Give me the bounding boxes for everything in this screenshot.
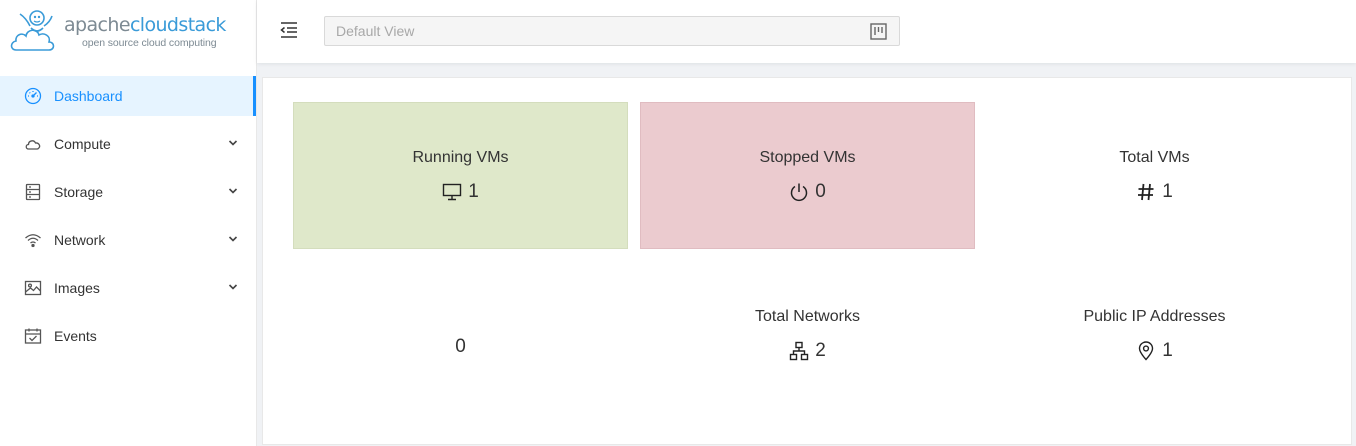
desktop-icon (443, 183, 462, 200)
tile-title: Stopped VMs (759, 148, 856, 166)
sidebar-item-label: Images (54, 280, 100, 296)
view-select[interactable]: Default View (324, 16, 900, 46)
wifi-icon (24, 231, 42, 249)
number-icon (1138, 183, 1154, 200)
sidebar-item-label: Compute (54, 136, 111, 152)
dashboard-icon (24, 87, 42, 105)
running-vms-tile[interactable]: Running VMs 1 (293, 102, 628, 249)
power-icon (790, 183, 808, 201)
sidebar-item-events[interactable]: Events (0, 316, 256, 356)
stopped-vms-tile[interactable]: Stopped VMs 0 (640, 102, 975, 249)
sidebar: apachecloudstack open source cloud compu… (0, 0, 257, 446)
unlabeled-count-tile[interactable]: 0 (293, 261, 628, 408)
tile-title: Total Networks (755, 307, 860, 325)
tile-title: Total VMs (1119, 148, 1190, 166)
top-header: Default View (257, 0, 1356, 63)
database-icon (24, 183, 42, 201)
logo-tagline: open source cloud computing (82, 36, 217, 49)
project-board-icon (870, 23, 887, 40)
tile-title: Running VMs (412, 148, 509, 166)
picture-icon (24, 279, 42, 297)
tile-value: 2 (815, 339, 826, 361)
sidebar-item-images[interactable]: Images (0, 268, 256, 308)
sidebar-item-network[interactable]: Network (0, 220, 256, 260)
sidebar-item-storage[interactable]: Storage (0, 172, 256, 212)
sidebar-item-label: Events (54, 328, 97, 344)
app-logo[interactable]: apachecloudstack open source cloud compu… (0, 0, 256, 64)
schedule-icon (24, 327, 42, 345)
public-ip-addresses-tile[interactable]: Public IP Addresses 1 (987, 261, 1322, 408)
logo-word-cloudstack: cloudstack (129, 13, 227, 36)
tile-value: 0 (455, 335, 466, 357)
chevron-down-icon (228, 140, 238, 146)
logo-word-apache: apache (64, 13, 131, 36)
chevron-down-icon (228, 284, 238, 290)
sidebar-item-compute[interactable]: Compute (0, 124, 256, 164)
total-vms-tile[interactable]: Total VMs 1 (987, 102, 1322, 249)
sidebar-menu: Dashboard Compute Storage Network Images… (0, 76, 256, 356)
tile-value: 1 (468, 180, 479, 202)
sidebar-item-label: Storage (54, 184, 104, 200)
view-select-placeholder: Default View (336, 23, 415, 39)
dashboard-panel: Running VMs 1 Stopped VMs 0 Total VMs 1 … (262, 77, 1352, 445)
location-pin-icon (1139, 340, 1154, 361)
tile-value: 0 (815, 180, 826, 202)
menu-fold-icon[interactable] (279, 20, 299, 40)
sidebar-item-label: Dashboard (54, 88, 123, 104)
sidebar-item-dashboard[interactable]: Dashboard (0, 76, 256, 116)
tile-value: 1 (1162, 180, 1173, 202)
tile-title: Public IP Addresses (1083, 307, 1226, 325)
tile-value: 1 (1162, 339, 1173, 361)
total-networks-tile[interactable]: Total Networks 2 (640, 261, 975, 408)
sidebar-item-label: Network (54, 232, 106, 248)
cloud-icon (24, 135, 42, 153)
apartment-icon (790, 341, 809, 360)
chevron-down-icon (228, 188, 238, 194)
chevron-down-icon (228, 236, 238, 242)
cloudmonkey-logo-icon (10, 10, 55, 51)
